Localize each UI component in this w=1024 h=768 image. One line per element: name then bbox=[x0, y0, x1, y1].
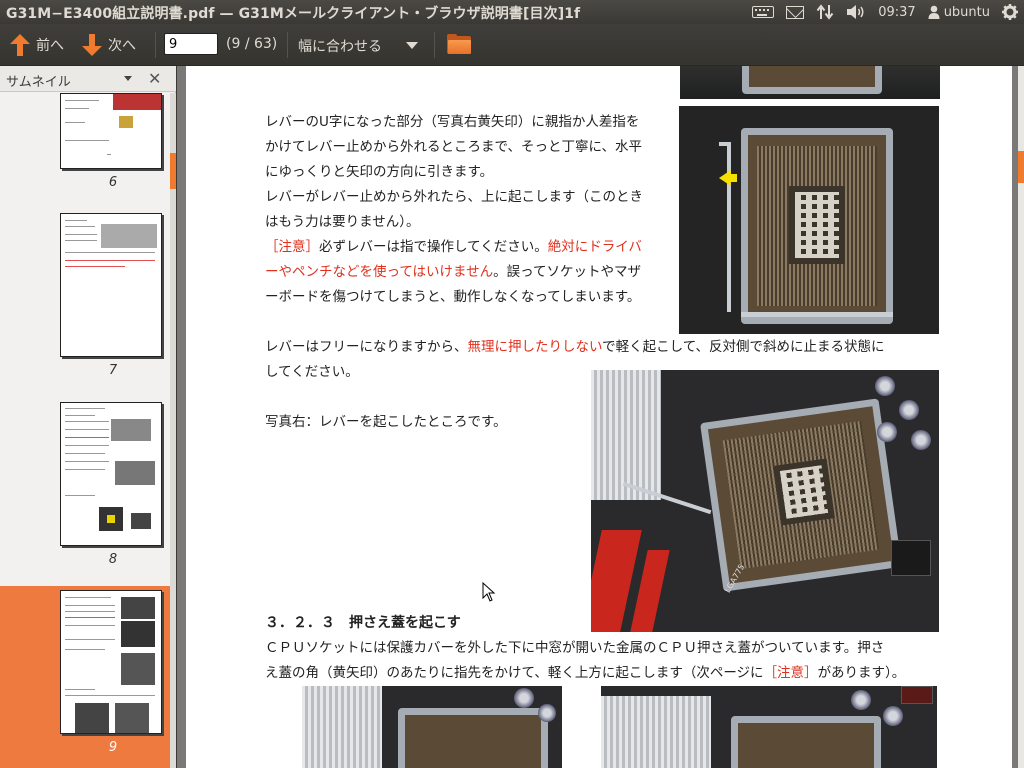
close-icon[interactable]: ✕ bbox=[148, 69, 161, 88]
folder-icon[interactable] bbox=[447, 34, 471, 54]
sidebar-title[interactable]: サムネイル bbox=[6, 71, 71, 90]
caution-tag: ［注意］ bbox=[265, 239, 319, 255]
top-panel: G31M−E3400組立説明書.pdf — G31Mメールクライアント・ブラウザ… bbox=[0, 0, 1024, 24]
next-label: 次へ bbox=[108, 38, 136, 54]
prev-button[interactable]: 前へ bbox=[10, 24, 64, 66]
paragraph-line: にゆっくりと矢印の方向に引きます。 bbox=[265, 164, 494, 180]
caution-warning: 絶対にドライバ bbox=[547, 239, 642, 255]
thumbnail-label: 7 bbox=[108, 363, 118, 378]
network-indicator[interactable] bbox=[810, 0, 840, 24]
document-scrollbar[interactable] bbox=[1018, 66, 1024, 768]
gear-icon bbox=[1002, 4, 1018, 20]
volume-icon bbox=[847, 5, 864, 19]
socket-lever-raised-photo: LGA775 bbox=[591, 370, 939, 632]
caution-line-2: ーやペンチなどを使ってはいけません。誤ってソケットやマザ bbox=[265, 260, 641, 285]
section-heading: ３．２．３ 押さえ蓋を起こす bbox=[265, 615, 461, 631]
paragraph-line: かけてレバー止めから外れるところまで、そっと丁寧に、水平 bbox=[265, 139, 643, 155]
toolbar-separator bbox=[155, 32, 156, 58]
photo-caption: 写真右：レバーを起こしたところです。 bbox=[265, 414, 507, 430]
document-view[interactable]: レバーのU字になった部分（写真右黄矢印）に親指か人差指を かけてレバー止めから外… bbox=[177, 66, 1024, 768]
paragraph-line: レバーはフリーになりますから、無理に押したりしないで軽く起こして、反対側で斜めに… bbox=[265, 335, 885, 360]
thumbnail-label: 9 bbox=[108, 740, 118, 755]
session-menu[interactable] bbox=[996, 0, 1024, 24]
toolbar-separator bbox=[434, 32, 435, 58]
thumbnail-image bbox=[60, 590, 162, 734]
caution-line-3: ーボードを傷つけてしまうと、動作しなくなってしまいます。 bbox=[265, 289, 641, 305]
chevron-down-icon[interactable] bbox=[124, 76, 132, 81]
sidebar: サムネイル ✕ 6 7 8 9 bbox=[0, 66, 176, 768]
user-name: ubuntu bbox=[943, 4, 990, 20]
pdf-page: レバーのU字になった部分（写真右黄矢印）に親指か人差指を かけてレバー止めから外… bbox=[186, 66, 1012, 768]
indicator-area: 09:37 ubuntu bbox=[746, 0, 1024, 24]
network-icon bbox=[816, 4, 834, 20]
warning-text: 無理に押したりしない bbox=[467, 339, 603, 355]
paragraph-line: え蓋の角（黄矢印）のあたりに指先をかけて、軽く上方に起こします（次ページに［注意… bbox=[265, 661, 905, 686]
caution-warning: ーやペンチなどを使ってはいけません bbox=[265, 264, 494, 280]
paragraph-text: で軽く起こして、反対側で斜めに止まる状態に bbox=[602, 339, 885, 355]
clock[interactable]: 09:37 bbox=[872, 0, 921, 24]
page-number-input[interactable] bbox=[164, 33, 218, 55]
paragraph-text: レバーはフリーになりますから、 bbox=[265, 339, 468, 355]
socket-cover-photo-right bbox=[601, 686, 937, 768]
paragraph-line: レバーがレバー止めから外れたら、上に起こします（このとき bbox=[265, 189, 643, 205]
paragraph-line: はもう力は要りません）。 bbox=[265, 214, 420, 230]
socket-photo-top bbox=[680, 66, 940, 99]
zoom-select[interactable]: 幅に合わせる bbox=[298, 36, 382, 56]
sidebar-header: サムネイル ✕ bbox=[0, 66, 176, 92]
toolbar-separator bbox=[287, 32, 288, 58]
user-menu[interactable]: ubuntu bbox=[922, 0, 996, 24]
pointer-icon bbox=[482, 582, 496, 602]
paragraph-text: があります）。 bbox=[817, 665, 906, 681]
mail-icon bbox=[786, 5, 805, 19]
socket-cover-photo-left bbox=[302, 686, 562, 768]
socket-lever-photo bbox=[679, 106, 939, 334]
chevron-down-icon[interactable] bbox=[406, 42, 418, 49]
caution-tag: ［注意］ bbox=[763, 665, 818, 681]
arrow-down-icon bbox=[82, 34, 102, 56]
mail-indicator[interactable] bbox=[780, 0, 810, 24]
toolbar: 前へ 次へ (9 / 63) 幅に合わせる bbox=[0, 24, 1024, 66]
prev-label: 前へ bbox=[36, 38, 64, 54]
keyboard-icon bbox=[752, 6, 775, 18]
scrollbar-thumb[interactable] bbox=[170, 153, 176, 189]
caution-line-1: ［注意］必ずレバーは指で操作してください。絶対にドライバ bbox=[265, 235, 642, 260]
user-icon bbox=[928, 5, 940, 19]
thumbnail-image bbox=[60, 402, 162, 546]
paragraph-line: ＣＰＵソケットには保護カバーを外した下に中窓が開いた金属のＣＰＵ押さえ蓋がついて… bbox=[265, 640, 885, 656]
next-button[interactable]: 次へ bbox=[82, 24, 136, 66]
thumbnail-image bbox=[60, 213, 162, 357]
keyboard-indicator[interactable] bbox=[746, 0, 780, 24]
caution-text: 必ずレバーは指で操作してください。 bbox=[319, 239, 548, 255]
paragraph-line: してください。 bbox=[265, 364, 359, 380]
volume-indicator[interactable] bbox=[840, 0, 872, 24]
paragraph-text: え蓋の角（黄矢印）のあたりに指先をかけて、軽く上方に起こします（次ページに bbox=[265, 665, 764, 681]
scrollbar-thumb[interactable] bbox=[1018, 151, 1024, 183]
page-count: (9 / 63) bbox=[226, 36, 278, 52]
arrow-up-icon bbox=[10, 34, 30, 56]
sidebar-scrollbar[interactable] bbox=[170, 93, 176, 768]
thumbnail-image bbox=[60, 93, 162, 169]
thumbnail-list: 6 7 8 9 bbox=[0, 93, 170, 768]
caution-text: 。誤ってソケットやマザ bbox=[493, 264, 641, 280]
paragraph-line: レバーのU字になった部分（写真右黄矢印）に親指か人差指を bbox=[265, 114, 640, 130]
thumbnail-label: 8 bbox=[108, 552, 118, 567]
window-title: G31M−E3400組立説明書.pdf — G31Mメールクライアント・ブラウザ… bbox=[6, 6, 581, 22]
thumbnail-label: 6 bbox=[108, 175, 118, 190]
